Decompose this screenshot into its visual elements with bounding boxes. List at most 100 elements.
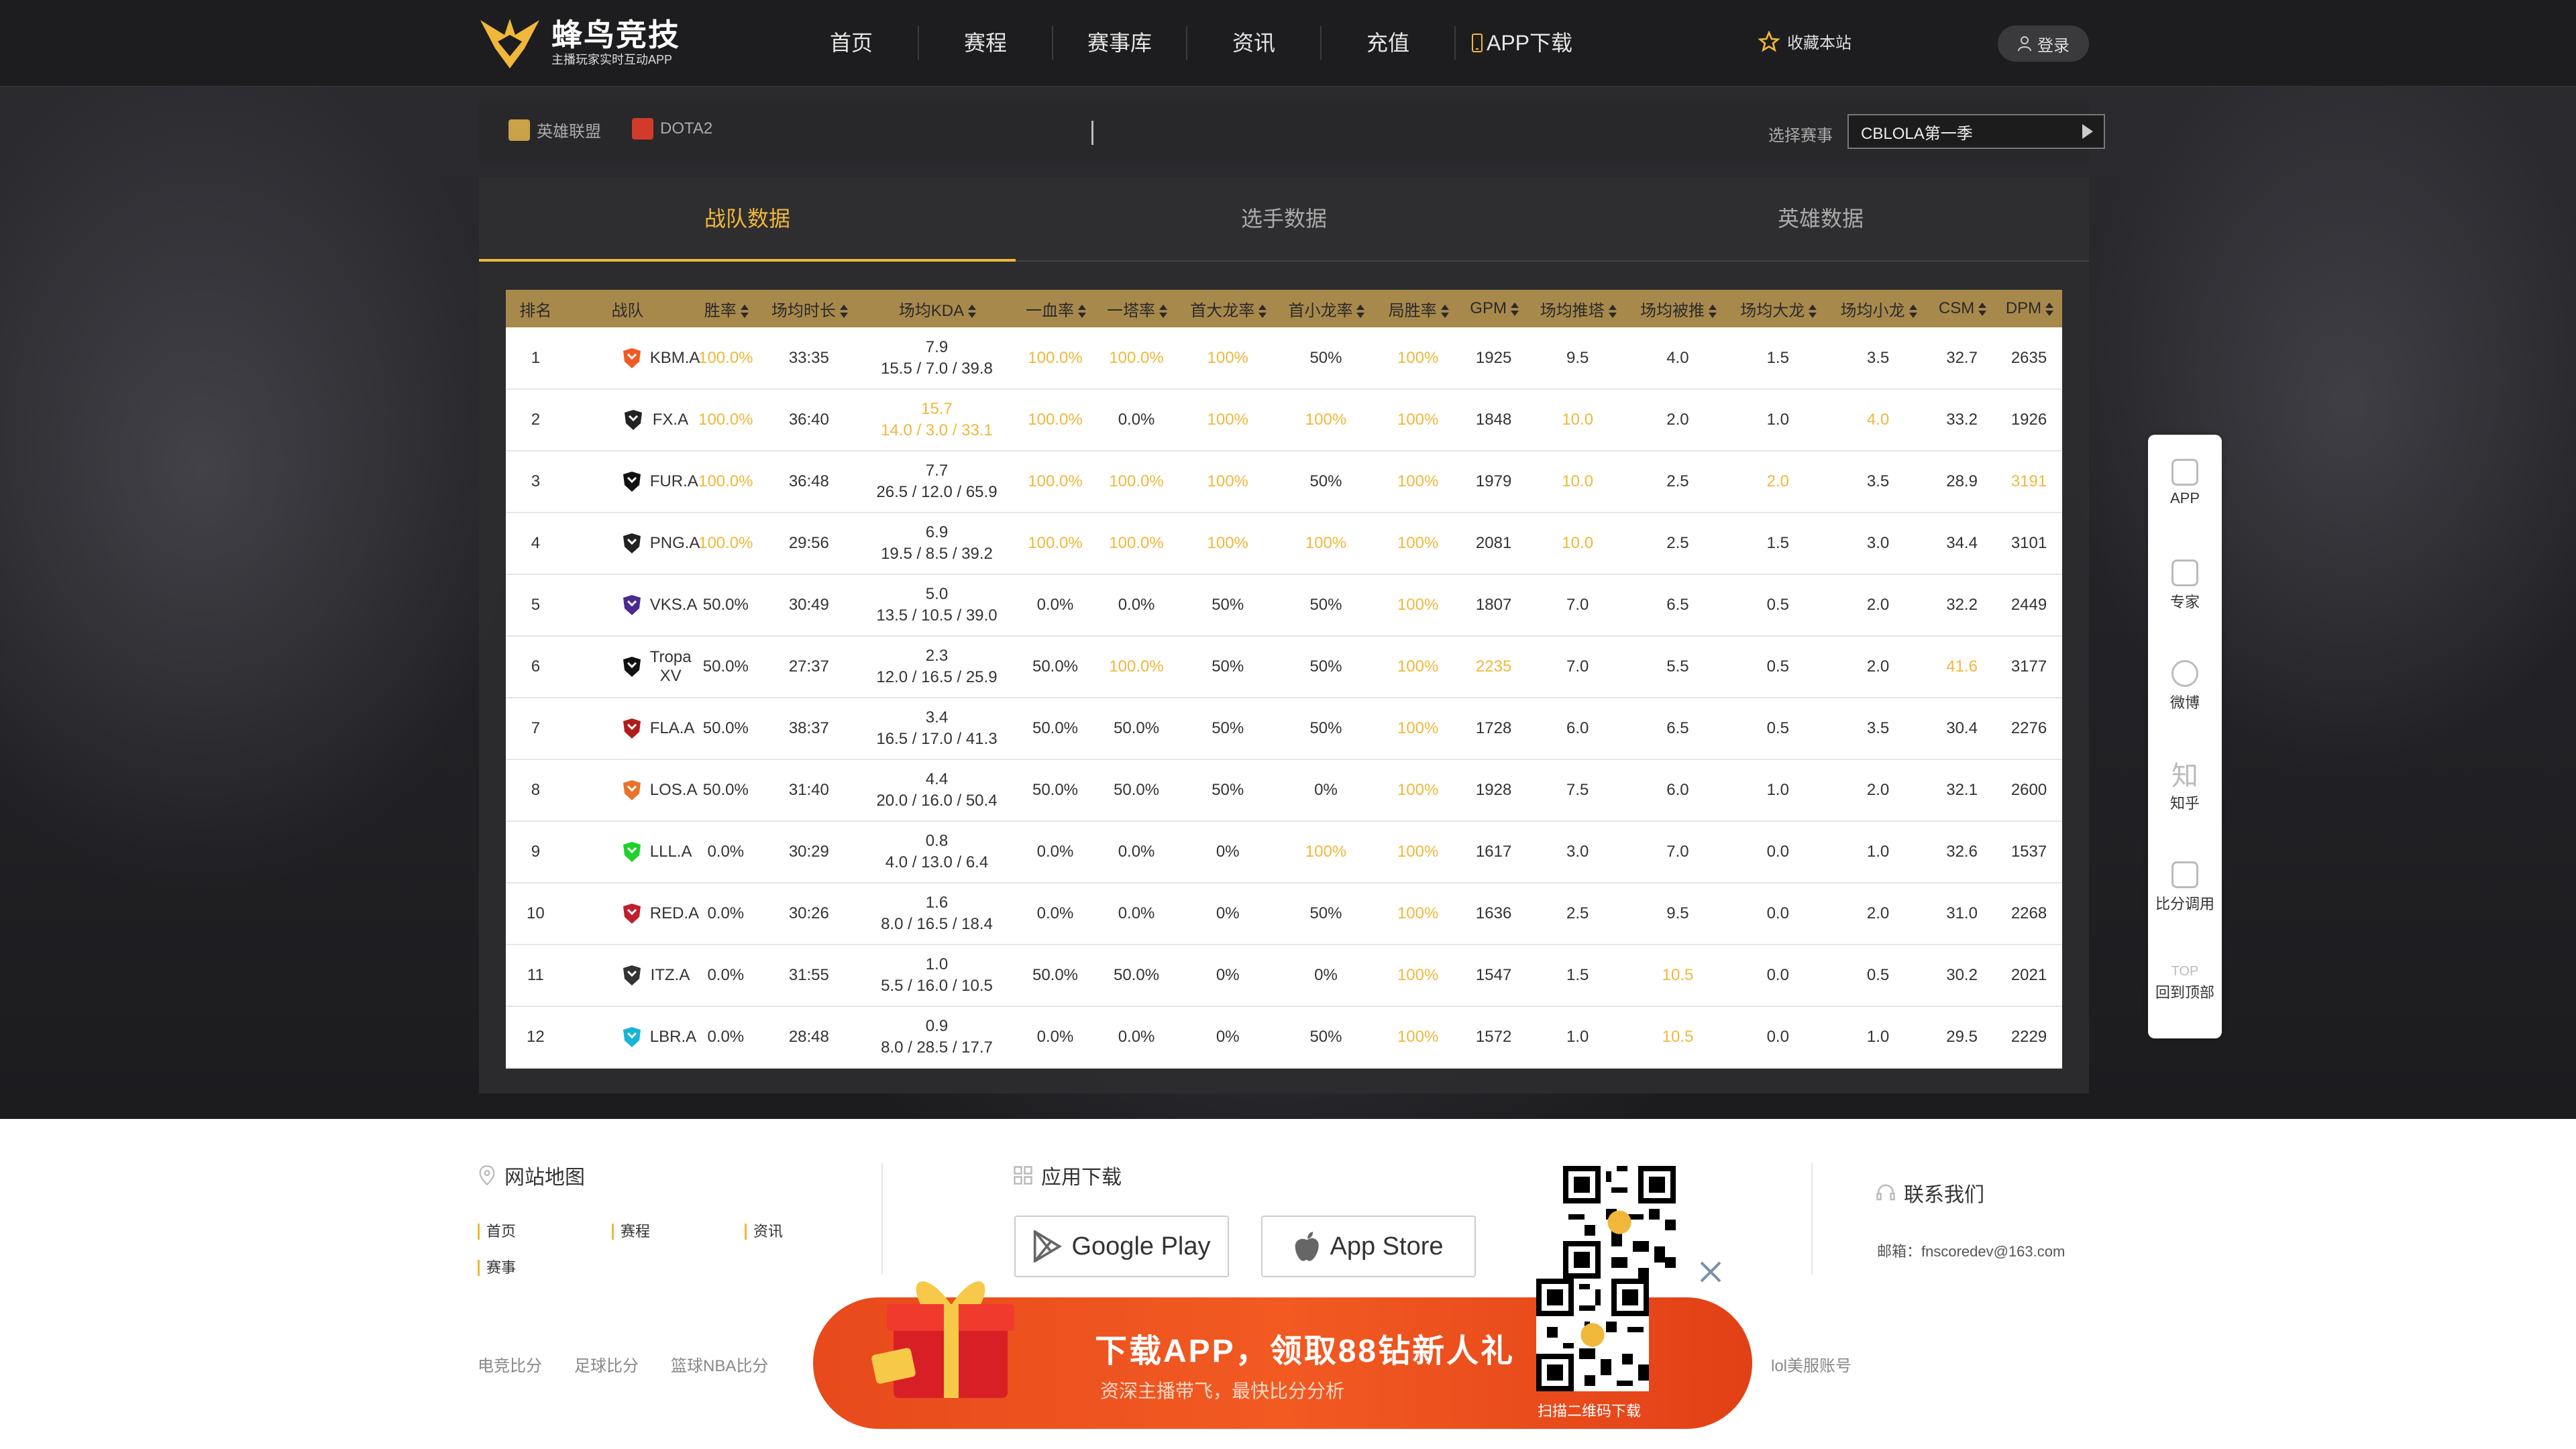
- nav-home[interactable]: 首页: [785, 26, 919, 60]
- nav-event-library[interactable]: 赛事库: [1053, 26, 1187, 60]
- column-header-win-rate[interactable]: 胜率: [690, 290, 761, 327]
- team-name-group[interactable]: Tropa XV: [566, 648, 692, 686]
- table-row[interactable]: 7 FLA.A 50.0% 38:37 3.4 16.5 / 17.0 / 41.3 50.…: [506, 698, 2062, 759]
- kda-detail: 8.0 / 16.5 / 18.4: [881, 915, 993, 933]
- team-name-group[interactable]: KBM.A: [566, 345, 700, 371]
- event-select[interactable]: CBLOLA第一季: [1847, 114, 2105, 149]
- sort-arrows-icon[interactable]: [1708, 305, 1717, 319]
- sitemap-link-home[interactable]: 首页: [478, 1224, 516, 1240]
- sidebar-weibo[interactable]: 微博: [2148, 660, 2222, 712]
- column-header-avg-towers[interactable]: 场均推塔: [1527, 290, 1627, 327]
- column-header-gpm[interactable]: GPM: [1460, 290, 1527, 327]
- nav-news[interactable]: 资讯: [1187, 26, 1322, 60]
- table-row[interactable]: 5 VKS.A 50.0% 30:49 5.0 13.5 / 10.5 / 39.0 0.0…: [506, 574, 2062, 636]
- bottom-link-esports-score[interactable]: 电竞比分: [478, 1352, 542, 1376]
- column-header-avg-kda[interactable]: 场均KDA: [856, 290, 1017, 327]
- team-name-group[interactable]: RED.A: [566, 901, 699, 926]
- team-name-group[interactable]: FX.A: [566, 407, 690, 433]
- bottom-link-lol-account[interactable]: lol美服账号: [1771, 1352, 1851, 1376]
- sidebar-back-to-top[interactable]: TOP 回到顶部: [2148, 962, 2222, 1002]
- close-promo-icon[interactable]: [1697, 1258, 1724, 1285]
- bottom-link-football-score[interactable]: 足球比分: [574, 1352, 639, 1376]
- game-tab-dota2[interactable]: DOTA2: [632, 118, 712, 140]
- site-logo[interactable]: 蜂鸟竞技 主播玩家实时互动APP: [478, 13, 680, 72]
- sort-arrows-icon[interactable]: [1159, 305, 1168, 319]
- game-tab-lol[interactable]: 英雄联盟: [508, 118, 601, 142]
- sort-arrows-icon[interactable]: [1078, 305, 1086, 319]
- google-play-button[interactable]: Google Play: [1014, 1216, 1229, 1277]
- tab-team-data[interactable]: 战队数据: [479, 177, 1016, 262]
- column-header-csm[interactable]: CSM: [1928, 290, 1996, 327]
- team-name-group[interactable]: ITZ.A: [566, 963, 690, 988]
- column-header-dpm[interactable]: DPM: [1996, 290, 2062, 327]
- table-row[interactable]: 9 LLL.A 0.0% 30:29 0.8 4.0 / 13.0 / 6.4 0.0% 0.…: [506, 821, 2062, 883]
- favorite-site-button[interactable]: 收藏本站: [1758, 30, 1851, 53]
- table-row[interactable]: 6 Tropa XV 50.0% 27:37 2.3 12.0 / 16.5 / 25.9…: [506, 636, 2062, 698]
- team-name-group[interactable]: LBR.A: [566, 1024, 696, 1050]
- sort-arrows-icon[interactable]: [968, 305, 977, 319]
- table-row[interactable]: 10 RED.A 0.0% 30:26 1.6 8.0 / 16.5 / 18.4 0.0%…: [506, 883, 2062, 945]
- column-header-game-win-rate[interactable]: 局胜率: [1376, 290, 1460, 327]
- sort-arrows-icon[interactable]: [1978, 302, 1987, 316]
- tab-hero-data[interactable]: 英雄数据: [1552, 177, 2089, 260]
- column-header-avg-barons[interactable]: 场均大龙: [1728, 290, 1828, 327]
- column-header-avg-towers-lost[interactable]: 场均被推: [1627, 290, 1727, 327]
- kda-detail: 12.0 / 16.5 / 25.9: [876, 668, 998, 686]
- csm-cell: 32.6: [1946, 843, 1978, 861]
- login-button[interactable]: 登录: [1998, 25, 2089, 62]
- sidebar-expert[interactable]: 专家: [2148, 559, 2222, 612]
- table-row[interactable]: 3 FUR.A 100.0% 36:48 7.7 26.5 / 12.0 / 65.9 10…: [506, 451, 2062, 513]
- column-header-avg-dragons[interactable]: 场均小龙: [1828, 290, 1928, 327]
- column-header-avg-duration[interactable]: 场均时长: [761, 290, 856, 327]
- column-header-first-baron-rate[interactable]: 首大龙率: [1180, 290, 1276, 327]
- sort-arrows-icon[interactable]: [740, 305, 749, 319]
- sitemap-link-schedule[interactable]: 赛程: [612, 1224, 650, 1240]
- app-store-button[interactable]: App Store: [1261, 1216, 1476, 1277]
- sort-arrows-icon[interactable]: [1809, 305, 1817, 319]
- team-logo-icon: [621, 839, 643, 865]
- sort-arrows-icon[interactable]: [1258, 305, 1267, 319]
- table-row[interactable]: 1 KBM.A 100.0% 33:35 7.9 15.5 / 7.0 / 39.8 100…: [506, 327, 2062, 389]
- kda-cell: 7.9 15.5 / 7.0 / 39.8: [856, 327, 1017, 389]
- tab-player-data[interactable]: 选手数据: [1016, 177, 1552, 260]
- sort-arrows-icon[interactable]: [1440, 305, 1449, 319]
- towers-lost-cell: 9.5: [1666, 904, 1689, 922]
- team-name-group[interactable]: LLL.A: [566, 839, 692, 865]
- sitemap-link-events[interactable]: 赛事: [478, 1260, 516, 1276]
- sort-arrows-icon[interactable]: [1608, 305, 1617, 319]
- nav-recharge[interactable]: 充值: [1322, 26, 1456, 60]
- sidebar-score-api[interactable]: 比分调用: [2148, 861, 2222, 914]
- sort-arrows-icon[interactable]: [2045, 302, 2054, 316]
- team-name-group[interactable]: LOS.A: [566, 777, 697, 803]
- table-row[interactable]: 8 LOS.A 50.0% 31:40 4.4 20.0 / 16.0 / 50.4 50.…: [506, 759, 2062, 821]
- app-store-label: App Store: [1330, 1232, 1444, 1260]
- sidebar-app[interactable]: APP: [2148, 459, 2222, 507]
- sort-arrows-icon[interactable]: [1510, 302, 1519, 316]
- table-row[interactable]: 4 PNG.A 100.0% 29:56 6.9 19.5 / 8.5 / 39.2 100…: [506, 513, 2062, 574]
- team-name-group[interactable]: FUR.A: [566, 469, 698, 494]
- sitemap-link-news[interactable]: 资讯: [745, 1224, 783, 1240]
- column-header-first-blood-rate[interactable]: 一血率: [1018, 290, 1093, 327]
- game-win-cell: 100%: [1397, 719, 1439, 737]
- sort-arrows-icon[interactable]: [839, 305, 848, 319]
- column-header-first-tower-rate[interactable]: 一塔率: [1093, 290, 1179, 327]
- download-promo-banner[interactable]: 下载APP，领取88钻新人礼 资深主播带飞，最快比分分析 扫描二维码下载: [813, 1279, 1752, 1429]
- nav-schedule[interactable]: 赛程: [919, 26, 1053, 60]
- team-name-group[interactable]: VKS.A: [566, 592, 697, 618]
- table-row[interactable]: 11 ITZ.A 0.0% 31:55 1.0 5.5 / 16.0 / 10.5 50.0…: [506, 945, 2062, 1006]
- kda-cell: 4.4 20.0 / 16.0 / 50.4: [856, 759, 1017, 821]
- bottom-link-nba-score[interactable]: 篮球NBA比分: [671, 1352, 768, 1376]
- user-icon: [2018, 36, 2031, 52]
- nav-app-download[interactable]: APP下载: [1456, 26, 1589, 60]
- column-header-first-dragon-rate[interactable]: 首小龙率: [1276, 290, 1376, 327]
- team-name-group[interactable]: FLA.A: [566, 716, 694, 741]
- favorite-label: 收藏本站: [1787, 34, 1851, 52]
- sort-arrows-icon[interactable]: [1356, 305, 1365, 319]
- sort-arrows-icon[interactable]: [1909, 305, 1917, 319]
- first-baron-cell: 0%: [1216, 1028, 1240, 1046]
- team-name-group[interactable]: PNG.A: [566, 531, 700, 556]
- table-row[interactable]: 12 LBR.A 0.0% 28:48 0.9 8.0 / 28.5 / 17.7 0.0%…: [506, 1006, 2062, 1068]
- app-download-title-label: 应用下载: [1041, 1167, 1122, 1189]
- sidebar-zhihu[interactable]: 知 知乎: [2148, 761, 2222, 813]
- table-row[interactable]: 2 FX.A 100.0% 36:40 15.7 14.0 / 3.0 / 33.1 100…: [506, 389, 2062, 451]
